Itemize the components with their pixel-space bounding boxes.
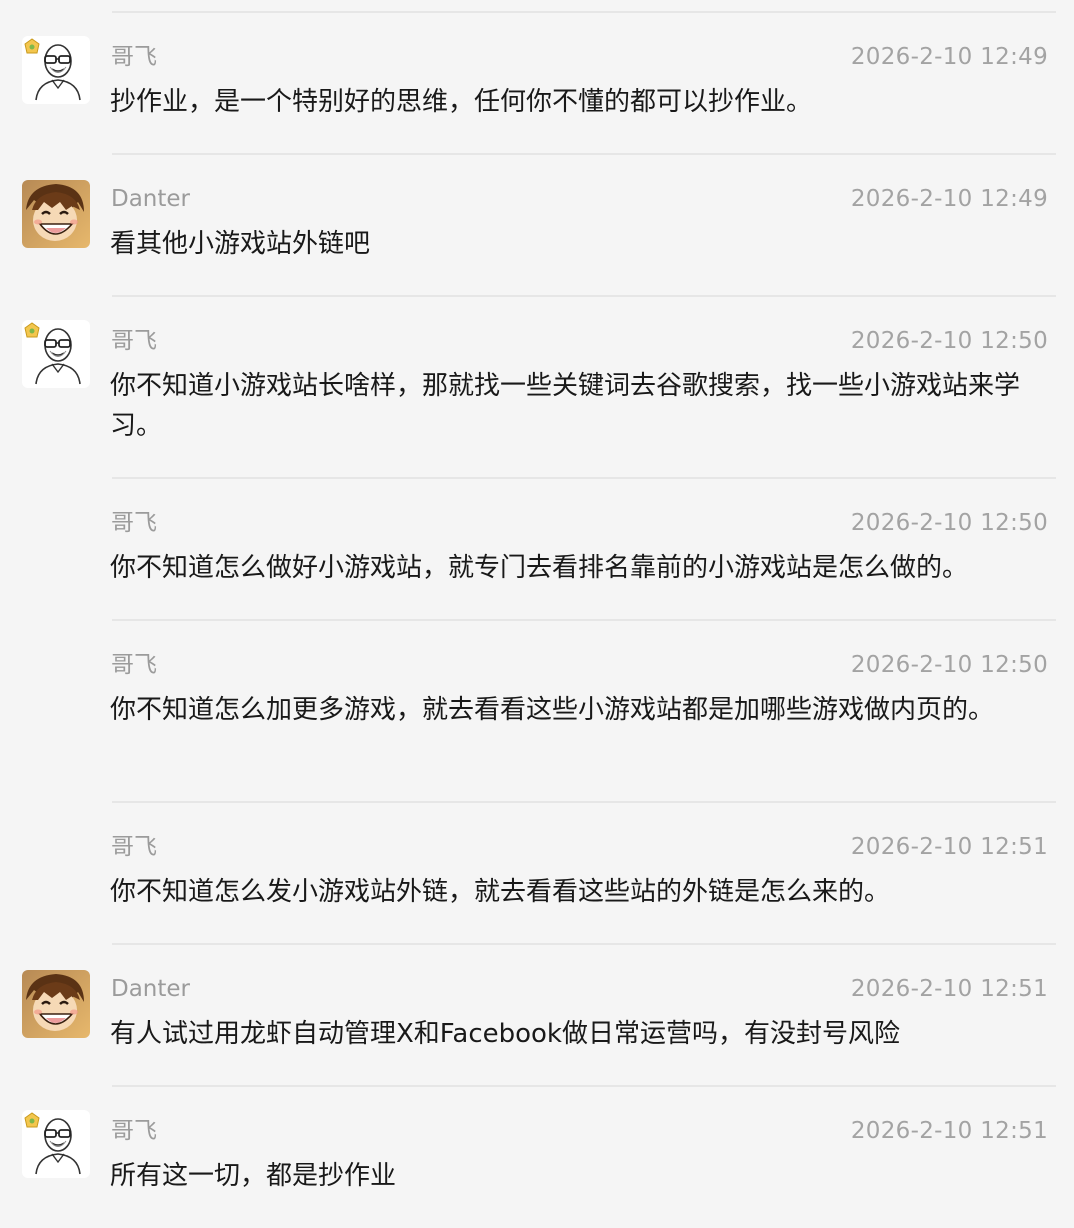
anime-boy-laughing-avatar[interactable]	[22, 180, 90, 248]
anime-boy-laughing-avatar[interactable]	[22, 970, 90, 1038]
divider	[112, 153, 1056, 155]
message-timestamp: 2026-2-10 12:49	[850, 44, 1048, 70]
message-text: 所有这一切，都是抄作业	[110, 1161, 397, 1191]
bald-man-glasses-avatar[interactable]	[22, 1110, 90, 1178]
divider	[112, 11, 1056, 13]
divider	[112, 1085, 1056, 1087]
divider	[112, 943, 1056, 945]
message-timestamp: 2026-2-10 12:51	[850, 1118, 1048, 1144]
bald-man-glasses-avatar[interactable]	[22, 320, 90, 388]
message-text: 有人试过用龙虾自动管理X和Facebook做日常运营吗，有没封号风险	[110, 1019, 900, 1049]
sender-name: 哥飞	[111, 510, 157, 536]
bald-man-glasses-avatar[interactable]	[22, 36, 90, 104]
message-text: 你不知道怎么做好小游戏站，就专门去看排名靠前的小游戏站是怎么做的。	[110, 553, 969, 583]
sender-name: 哥飞	[111, 652, 157, 678]
message-text: 你不知道怎么发小游戏站外链，就去看看这些站的外链是怎么来的。	[110, 877, 891, 907]
sender-name: 哥飞	[111, 44, 157, 70]
message-timestamp: 2026-2-10 12:51	[850, 834, 1048, 860]
sender-name: 哥飞	[111, 834, 157, 860]
divider	[112, 801, 1056, 803]
message-text: 你不知道怎么加更多游戏，就去看看这些小游戏站都是加哪些游戏做内页的。	[110, 695, 995, 725]
sender-name: 哥飞	[111, 328, 157, 354]
message-timestamp: 2026-2-10 12:49	[850, 186, 1048, 212]
sender-name: 哥飞	[111, 1118, 157, 1144]
message-timestamp: 2026-2-10 12:51	[850, 976, 1048, 1002]
message-timestamp: 2026-2-10 12:50	[850, 328, 1048, 354]
message-timestamp: 2026-2-10 12:50	[850, 510, 1048, 536]
divider	[112, 295, 1056, 297]
message-text: 你不知道小游戏站长啥样，那就找一些关键词去谷歌搜索，找一些小游戏站来学习。	[110, 371, 1021, 441]
message-text: 抄作业，是一个特别好的思维，任何你不懂的都可以抄作业。	[110, 87, 813, 117]
message-text: 看其他小游戏站外链吧	[110, 229, 371, 259]
divider	[112, 619, 1056, 621]
message-timestamp: 2026-2-10 12:50	[850, 652, 1048, 678]
divider	[112, 477, 1056, 479]
sender-name: Danter	[111, 186, 191, 212]
sender-name: Danter	[111, 976, 191, 1002]
